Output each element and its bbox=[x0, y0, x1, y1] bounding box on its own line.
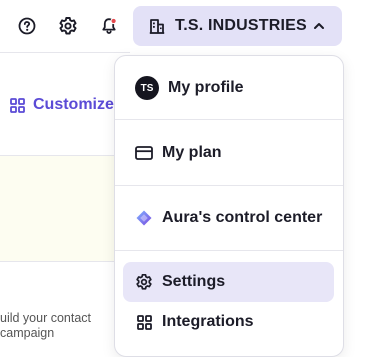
chevron-up-icon bbox=[314, 23, 324, 29]
grid-icon bbox=[10, 97, 25, 113]
building-icon bbox=[149, 19, 165, 34]
aura-diamond-icon bbox=[135, 209, 153, 227]
menu-item-label: My profile bbox=[168, 79, 244, 96]
menu-item-settings[interactable]: Settings bbox=[115, 264, 343, 300]
highlight-panel bbox=[0, 155, 130, 262]
top-bar: T.S. INDUSTRIES bbox=[0, 0, 367, 52]
menu-item-label: My plan bbox=[162, 144, 222, 161]
customize-label: Customize bbox=[33, 96, 114, 113]
menu-item-integrations[interactable]: Integrations bbox=[115, 304, 343, 340]
help-button[interactable] bbox=[15, 14, 39, 38]
notifications-button[interactable] bbox=[97, 14, 121, 38]
company-switcher-button[interactable]: T.S. INDUSTRIES bbox=[133, 6, 342, 46]
menu-item-label: Integrations bbox=[162, 313, 254, 330]
grid-icon bbox=[135, 313, 153, 331]
company-name: T.S. INDUSTRIES bbox=[175, 17, 307, 34]
gear-icon bbox=[59, 17, 77, 35]
menu-divider bbox=[115, 119, 343, 120]
menu-item-my-profile[interactable]: TS My profile bbox=[115, 70, 343, 106]
avatar: TS bbox=[135, 76, 159, 100]
menu-item-my-plan[interactable]: My plan bbox=[115, 135, 343, 171]
account-dropdown-menu: TS My profile My plan Aura's control cen… bbox=[114, 55, 344, 357]
gear-icon bbox=[135, 273, 153, 291]
menu-divider bbox=[115, 250, 343, 251]
menu-item-aura-control-center[interactable]: Aura's control center bbox=[115, 200, 343, 236]
help-icon bbox=[18, 17, 36, 35]
helper-text-line-2: campaign bbox=[0, 326, 55, 340]
menu-item-label: Aura's control center bbox=[162, 209, 323, 226]
menu-item-label: Settings bbox=[162, 273, 226, 290]
helper-text-line-1: uild your contact bbox=[0, 311, 92, 325]
customize-button[interactable]: Customize bbox=[10, 96, 114, 114]
helper-text: uild your contact campaign bbox=[0, 311, 120, 341]
bell-icon bbox=[102, 17, 117, 34]
card-icon bbox=[135, 144, 153, 162]
header-divider bbox=[0, 52, 130, 53]
settings-shortcut-button[interactable] bbox=[56, 14, 80, 38]
menu-divider bbox=[115, 185, 343, 186]
